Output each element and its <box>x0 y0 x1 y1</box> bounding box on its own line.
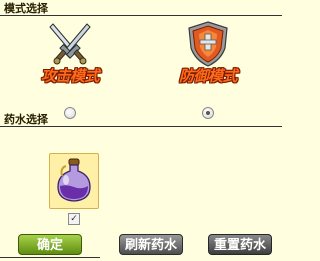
bottom-rule <box>0 257 100 258</box>
potion-item[interactable] <box>49 153 99 209</box>
crossed-swords-icon <box>49 23 91 65</box>
mode-section-title: 模式选择 <box>4 2 48 15</box>
potion-checkbox[interactable]: ✓ <box>68 213 80 225</box>
potion-section-divider <box>0 126 282 127</box>
defense-mode-label: 防御模式 <box>178 67 238 85</box>
attack-mode-option[interactable]: 攻击模式 <box>35 18 105 123</box>
mode-section-divider <box>0 15 282 16</box>
defense-mode-option[interactable]: 防御模式 <box>173 18 243 123</box>
reset-potion-button[interactable]: 重置药水 <box>208 234 272 255</box>
shield-icon <box>188 21 228 67</box>
confirm-button[interactable]: 确定 <box>18 234 82 255</box>
potion-section-title: 药水选择 <box>4 113 48 126</box>
purple-potion-bottle-icon <box>57 158 91 202</box>
bottom-divider <box>0 255 282 261</box>
refresh-potion-button[interactable]: 刷新药水 <box>119 234 183 255</box>
potion-section-header: 药水选择 <box>0 113 282 127</box>
mode-section-header: 模式选择 <box>0 2 282 16</box>
attack-mode-label: 攻击模式 <box>40 67 100 85</box>
